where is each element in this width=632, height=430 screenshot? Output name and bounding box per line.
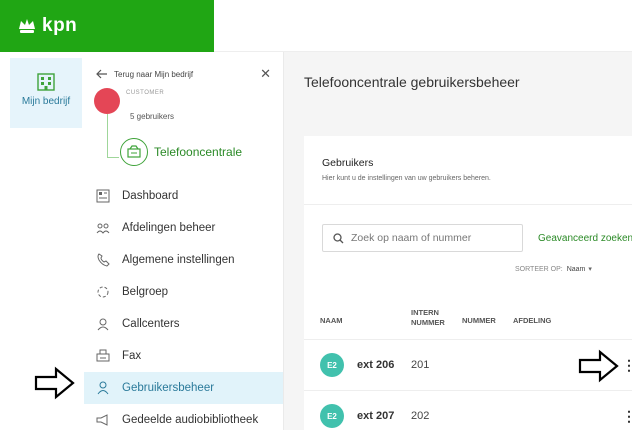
call-group-icon (97, 286, 109, 298)
menu-item-gedeelde-audiobibliotheek[interactable]: Gedeelde audiobibliotheek (84, 404, 283, 430)
menu-item-label: Algemene instellingen (122, 254, 235, 266)
sort-control[interactable]: SORTEER OP: Naam ▾ (515, 265, 592, 274)
menu-item-fax[interactable]: Fax (84, 340, 283, 372)
search-placeholder: Zoek op naam of nummer (351, 232, 472, 244)
fax-icon (96, 349, 110, 362)
column-header-intern-nummer[interactable]: INTERN NUMMER (411, 308, 445, 328)
top-header (214, 0, 632, 52)
megaphone-icon (96, 414, 108, 426)
customer-info[interactable]: CUSTOMER 5 gebruikers (84, 82, 283, 158)
menu-item-label: Gebruikersbeheer (122, 382, 215, 394)
menu-item-label: Dashboard (122, 190, 179, 202)
divider (304, 204, 632, 205)
search-icon (333, 232, 344, 243)
menu-item-callcenters[interactable]: Callcenters (84, 308, 283, 340)
customer-label: CUSTOMER (126, 90, 165, 96)
building-icon (37, 73, 55, 91)
pbx-icon (120, 138, 148, 166)
close-icon[interactable]: ✕ (260, 66, 271, 82)
customer-users-count: 5 gebruikers (130, 112, 175, 121)
kpn-crown-icon (19, 19, 35, 33)
brand-logo-text: kpn (42, 15, 78, 36)
sort-label: SORTEER OP: (515, 265, 563, 273)
column-header-naam[interactable]: NAAM (320, 316, 343, 326)
back-link-label: Terug naar Mijn bedrijf (114, 69, 194, 79)
menu-item-belgroep[interactable]: Belgroep (84, 276, 283, 308)
dashboard-icon (96, 189, 110, 203)
column-header-afdeling[interactable]: AFDELING (513, 316, 551, 326)
column-header-nummer[interactable]: NUMMER (462, 316, 496, 326)
menu-item-gebruikersbeheer[interactable]: Gebruikersbeheer (84, 372, 283, 404)
menu-item-algemene-instellingen[interactable]: Algemene instellingen (84, 244, 283, 276)
sort-value: Naam (566, 265, 586, 273)
pointer-arrow-icon (34, 366, 75, 400)
search-input[interactable]: Zoek op naam of nummer (322, 224, 523, 252)
customer-avatar (94, 88, 120, 114)
user-name: ext 206 (357, 359, 395, 371)
avatar: E2 (320, 404, 344, 428)
menu-item-label: Callcenters (122, 318, 180, 330)
user-icon (97, 381, 109, 395)
departments-icon (96, 223, 110, 234)
menu-item-afdelingen-beheer[interactable]: Afdelingen beheer (84, 212, 283, 244)
pointer-arrow-icon (578, 349, 619, 383)
rail-label: Mijn bedrijf (21, 96, 71, 107)
more-options-icon[interactable]: ⋮ (622, 408, 632, 425)
telefooncentrale-label: Telefooncentrale (154, 145, 243, 159)
menu-item-label: Gedeelde audiobibliotheek (122, 414, 259, 426)
brand-bar[interactable]: kpn (0, 0, 214, 52)
table-row[interactable]: E2 ext 207 202 ⋮ (304, 393, 632, 430)
more-options-icon[interactable]: ⋮ (622, 357, 632, 374)
menu-item-label: Belgroep (122, 286, 169, 298)
page-title: Telefooncentrale gebruikersbeheer (304, 74, 520, 90)
back-link[interactable]: Terug naar Mijn bedrijf ✕ (84, 52, 283, 82)
menu-item-label: Afdelingen beheer (122, 222, 216, 234)
user-name: ext 207 (357, 410, 395, 422)
phone-settings-icon (97, 253, 110, 267)
rail-item-mijn-bedrijf[interactable]: Mijn bedrijf (10, 58, 82, 128)
divider (304, 390, 632, 391)
intern-number: 202 (411, 410, 430, 422)
card-title: Gebruikers (322, 157, 374, 169)
avatar: E2 (320, 353, 344, 377)
menu-item-label: Fax (122, 350, 142, 362)
menu-item-dashboard[interactable]: Dashboard (84, 180, 283, 212)
advanced-search-link[interactable]: Geavanceerd zoeken (538, 233, 632, 244)
telefooncentrale-item[interactable]: Telefooncentrale (84, 132, 283, 180)
navigation-panel: Terug naar Mijn bedrijf ✕ CUSTOMER 5 geb… (84, 52, 284, 430)
card-subtitle: Hier kunt u de instellingen van uw gebru… (322, 175, 491, 182)
column-header-line: NUMMER (411, 318, 445, 327)
headset-icon (97, 318, 109, 331)
intern-number: 201 (411, 359, 430, 371)
divider (304, 339, 632, 340)
chevron-down-icon: ▾ (588, 266, 592, 273)
column-header-line: INTERN (411, 308, 439, 317)
users-card: Gebruikers Hier kunt u de instellingen v… (304, 136, 632, 430)
back-arrow-icon (96, 69, 107, 79)
